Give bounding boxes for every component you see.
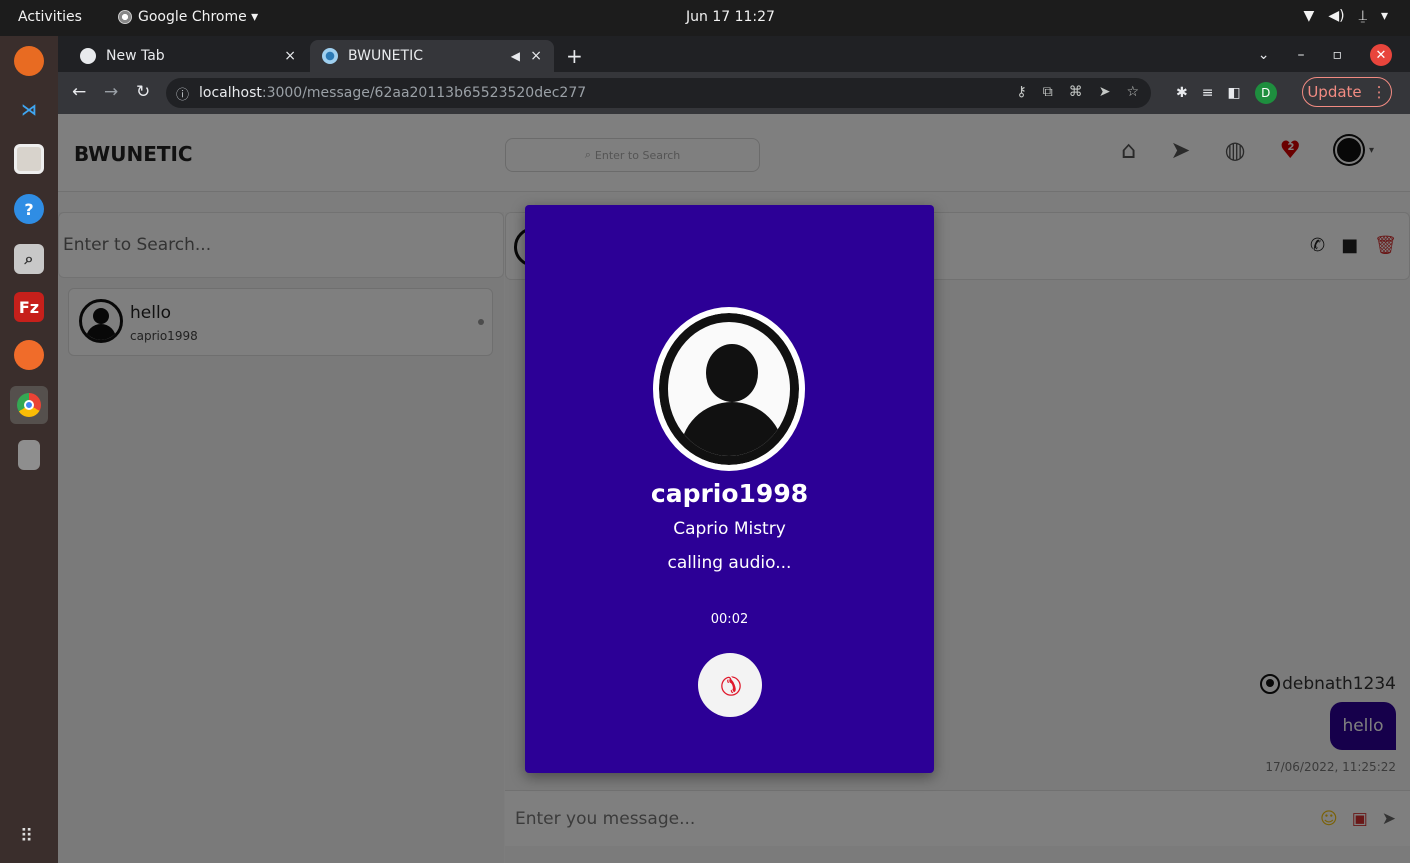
extensions-puzzle-icon[interactable]: ✱ [1176, 85, 1188, 101]
call-timer: 00:02 [710, 612, 749, 627]
activities-button[interactable]: Activities [18, 9, 82, 25]
vscode-icon[interactable]: ⋊ [14, 94, 44, 124]
extension-icons: ✱ ≡ ◧ D [1176, 82, 1277, 104]
caller-fullname: Caprio Mistry [673, 519, 786, 539]
address-bar[interactable]: ⓘ localhost:3000/message/62aa20113b65523… [166, 78, 1151, 108]
dock: ⋊ ? ⌕ Fz ⠿ [0, 36, 58, 863]
hang-up-phone-icon: ✆ [711, 666, 749, 704]
system-tray[interactable]: ▼ ◀) ⍊ ▾ [1304, 8, 1388, 24]
profile-avatar[interactable]: D [1254, 82, 1277, 104]
forward-icon[interactable]: → [104, 82, 118, 102]
page-viewport: BWUNETIC ⌕ Enter to Search ⌂ ➤ ◍ ♥2 ▾ En… [58, 114, 1410, 863]
info-icon[interactable]: ⓘ [176, 84, 189, 103]
close-window-icon[interactable]: ✕ [1370, 44, 1392, 66]
clock[interactable]: Jun 17 11:27 [686, 9, 775, 25]
side-panel-icon[interactable]: ◧ [1227, 85, 1240, 101]
browser-window: New Tab × BWUNETIC ◀ × + ⌄ – ▫ ✕ ← → ↻ ⓘ… [58, 36, 1410, 863]
window-controls: ⌄ – ▫ ✕ [1258, 44, 1392, 66]
tab-bwunetic[interactable]: BWUNETIC ◀ × [310, 40, 554, 72]
postman-icon[interactable] [14, 340, 44, 370]
reload-icon[interactable]: ↻ [136, 82, 150, 102]
help-icon[interactable]: ? [14, 194, 44, 224]
tab-search-icon[interactable]: ⌄ [1258, 47, 1270, 63]
site-favicon-icon [322, 48, 338, 64]
chrome-icon [80, 48, 96, 64]
battery-icon: ⍊ [1358, 8, 1367, 24]
show-apps-icon[interactable]: ⠿ [20, 826, 42, 848]
tab-strip: New Tab × BWUNETIC ◀ × + ⌄ – ▫ ✕ [58, 36, 1410, 72]
screenshot-icon[interactable]: ⌕ [14, 244, 44, 274]
call-modal: caprio1998 Caprio Mistry calling audio..… [525, 205, 934, 773]
restore-icon[interactable]: ▫ [1333, 47, 1343, 63]
open-in-icon[interactable]: ⧉ [1043, 84, 1053, 100]
system-menu-icon: ▾ [1380, 8, 1388, 24]
wifi-icon: ▼ [1303, 8, 1315, 24]
close-icon[interactable]: × [530, 48, 542, 64]
usb-drive-icon[interactable] [18, 440, 40, 470]
key-icon[interactable]: ⚷ [1016, 84, 1026, 100]
url-path: :3000/message/62aa20113b65523520dec277 [261, 85, 587, 101]
chrome-icon [118, 10, 132, 24]
end-call-button[interactable]: ✆ [698, 653, 762, 717]
firefox-icon[interactable] [14, 46, 44, 76]
url-host: localhost [199, 85, 262, 101]
close-icon[interactable]: × [284, 48, 296, 64]
app-menu-label: Google Chrome ▾ [138, 9, 259, 25]
tab-label: BWUNETIC [348, 48, 423, 64]
browser-toolbar: ← → ↻ ⓘ localhost:3000/message/62aa20113… [58, 72, 1410, 114]
files-icon[interactable] [14, 144, 44, 174]
caller-avatar [653, 307, 805, 471]
more-menu-icon: ⋮ [1371, 83, 1387, 101]
translate-icon[interactable]: ⌘ [1069, 84, 1083, 100]
bookmark-star-icon[interactable]: ☆ [1126, 84, 1139, 100]
call-status: calling audio... [667, 553, 792, 573]
volume-icon: ◀) [1328, 8, 1345, 24]
audio-icon[interactable]: ◀ [511, 49, 520, 63]
caller-username: caprio1998 [650, 479, 809, 508]
minimize-icon[interactable]: – [1298, 47, 1305, 63]
back-icon[interactable]: ← [72, 82, 86, 102]
app-menu[interactable]: Google Chrome ▾ [118, 9, 258, 25]
filezilla-icon[interactable]: Fz [14, 292, 44, 322]
os-top-bar: Activities Google Chrome ▾ Jun 17 11:27 … [0, 0, 1410, 36]
tab-new-tab[interactable]: New Tab × [68, 40, 308, 72]
new-tab-button[interactable]: + [566, 44, 583, 68]
send-icon[interactable]: ➤ [1099, 84, 1111, 100]
update-label: Update [1307, 83, 1362, 101]
tab-label: New Tab [106, 48, 165, 64]
update-button[interactable]: Update ⋮ [1302, 77, 1392, 107]
reading-list-icon[interactable]: ≡ [1202, 85, 1214, 101]
chrome-icon[interactable] [10, 386, 48, 424]
